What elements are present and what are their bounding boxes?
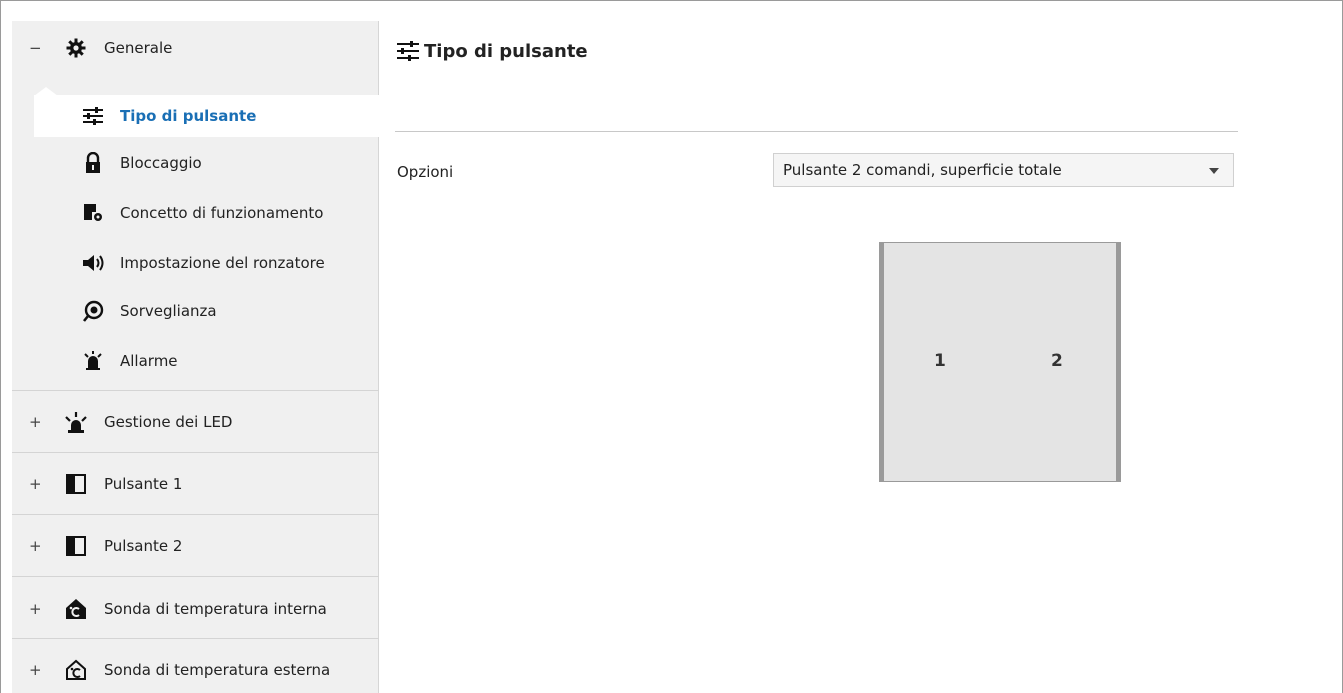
page-title-text: Tipo di pulsante bbox=[424, 40, 588, 62]
expand-toggle[interactable]: + bbox=[29, 413, 42, 431]
divider bbox=[12, 514, 379, 515]
tree-node-gestione-dei-led[interactable]: + Gestione dei LED bbox=[12, 399, 379, 445]
expand-toggle[interactable]: + bbox=[29, 537, 42, 555]
tree-item-tipo-di-pulsante[interactable]: Tipo di pulsante bbox=[12, 95, 379, 137]
rocker-2-label: 2 bbox=[1051, 351, 1063, 371]
dropdown-arrow-icon bbox=[1209, 168, 1219, 174]
lock-icon bbox=[81, 151, 105, 175]
tree-node-label: Generale bbox=[104, 39, 173, 57]
tree-item-concetto-di-funzionamento[interactable]: Concetto di funzionamento bbox=[12, 190, 379, 236]
rocker-1-label: 1 bbox=[934, 351, 946, 371]
title-divider bbox=[395, 131, 1238, 132]
tree-item-allarme[interactable]: Allarme bbox=[12, 338, 379, 384]
main-panel: Tipo di pulsante Opzioni Pulsante 2 coma… bbox=[380, 21, 1342, 693]
divider bbox=[12, 390, 379, 391]
tree-item-label: Concetto di funzionamento bbox=[120, 204, 324, 222]
surveillance-icon bbox=[81, 299, 105, 323]
divider bbox=[12, 576, 379, 577]
house-temperature-icon bbox=[64, 597, 88, 621]
push-button-preview: 1 2 bbox=[879, 242, 1121, 482]
button-panel-icon bbox=[64, 472, 88, 496]
tree-item-label: Bloccaggio bbox=[120, 154, 202, 172]
divider bbox=[12, 638, 379, 639]
house-temperature-outline-icon bbox=[64, 658, 88, 682]
options-dropdown-value: Pulsante 2 comandi, superficie totale bbox=[783, 161, 1062, 179]
collapse-toggle[interactable]: − bbox=[29, 39, 42, 57]
tree-node-label: Gestione dei LED bbox=[104, 413, 233, 431]
button-panel-icon bbox=[64, 534, 88, 558]
tree-item-label: Tipo di pulsante bbox=[120, 107, 257, 125]
tree-node-sonda-temperatura-esterna[interactable]: + Sonda di temperatura esterna bbox=[12, 647, 379, 693]
divider bbox=[12, 452, 379, 453]
device-edge-left bbox=[880, 243, 884, 481]
expand-toggle[interactable]: + bbox=[29, 475, 42, 493]
operation-concept-icon bbox=[81, 201, 105, 225]
options-label: Opzioni bbox=[397, 163, 454, 181]
options-dropdown[interactable]: Pulsante 2 comandi, superficie totale bbox=[773, 153, 1234, 187]
led-icon bbox=[64, 410, 88, 434]
tree-item-label: Sorveglianza bbox=[120, 302, 217, 320]
tree-node-pulsante-2[interactable]: + Pulsante 2 bbox=[12, 523, 379, 569]
page-title: Tipo di pulsante bbox=[395, 38, 588, 64]
tree-node-label: Sonda di temperatura interna bbox=[104, 600, 327, 618]
alarm-bell-icon bbox=[81, 349, 105, 373]
tree-node-label: Sonda di temperatura esterna bbox=[104, 661, 331, 679]
tree-node-label: Pulsante 1 bbox=[104, 475, 183, 493]
tree-node-sonda-temperatura-interna[interactable]: + Sonda di temperatura interna bbox=[12, 586, 379, 632]
tree-item-impostazione-del-ronzatore[interactable]: Impostazione del ronzatore bbox=[12, 240, 379, 286]
device-edge-right bbox=[1116, 243, 1120, 481]
speaker-icon bbox=[81, 251, 105, 275]
tree-node-pulsante-1[interactable]: + Pulsante 1 bbox=[12, 461, 379, 507]
tree-item-bloccaggio[interactable]: Bloccaggio bbox=[12, 140, 379, 186]
tree-item-sorveglianza[interactable]: Sorveglianza bbox=[12, 288, 379, 334]
gear-icon bbox=[64, 36, 88, 60]
tree-item-label: Allarme bbox=[120, 352, 178, 370]
tree-node-label: Pulsante 2 bbox=[104, 537, 183, 555]
expand-toggle[interactable]: + bbox=[29, 661, 42, 679]
tree-item-label: Impostazione del ronzatore bbox=[120, 254, 325, 272]
sidebar-tree: − Generale Tipo di pulsante Bloccaggio C… bbox=[12, 21, 379, 693]
sliders-icon bbox=[81, 104, 105, 128]
tree-node-generale[interactable]: − Generale bbox=[12, 26, 379, 70]
sliders-icon bbox=[395, 38, 421, 64]
expand-toggle[interactable]: + bbox=[29, 600, 42, 618]
